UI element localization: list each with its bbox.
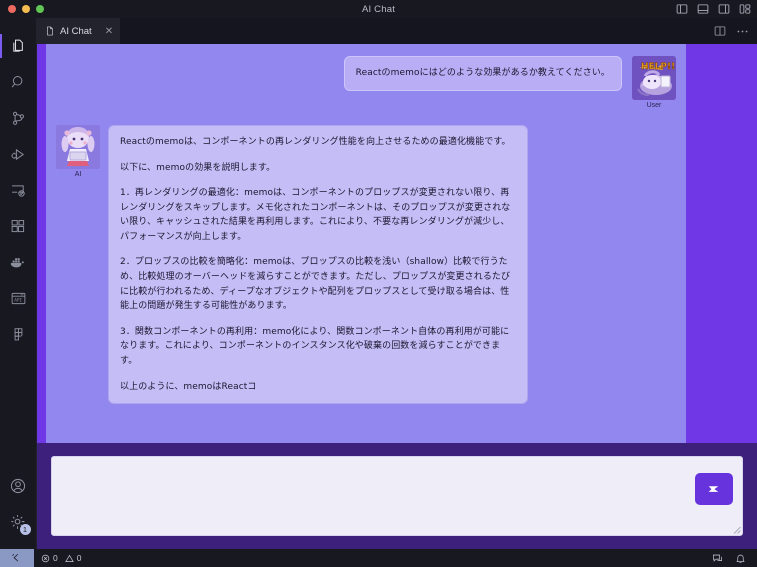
sidebar-item-explorer[interactable] xyxy=(0,28,37,64)
ai-paragraph-5: 3．関数コンポーネントの再利用：memo化により、関数コンポーネント自体の再利用… xyxy=(120,326,510,366)
chat-right-band xyxy=(686,44,742,443)
warning-count: 0 xyxy=(76,553,82,563)
status-bar-right xyxy=(712,553,757,564)
tab-ai-chat[interactable]: AI Chat ✕ xyxy=(37,18,122,44)
accounts-icon[interactable] xyxy=(0,468,37,504)
feedback-icon[interactable] xyxy=(712,553,723,564)
ai-message-bubble: Reactのmemoは、コンポーネントの再レンダリング性能を向上させるための最適… xyxy=(108,125,528,405)
toggle-secondary-sidebar-icon[interactable] xyxy=(718,3,730,15)
svg-text:API: API xyxy=(14,297,22,303)
error-icon xyxy=(41,554,50,563)
ai-paragraph-2: 以下に、memoの効果を説明します。 xyxy=(120,162,276,173)
close-window-button[interactable] xyxy=(8,5,16,13)
zoom-window-button[interactable] xyxy=(36,5,44,13)
ai-avatar-wrap: AI xyxy=(52,125,104,178)
sidebar-item-extensions[interactable] xyxy=(0,208,37,244)
chat-message-ai: AI Reactのmemoは、コンポーネントの再レンダリング性能を向上させるため… xyxy=(46,125,686,405)
send-button[interactable] xyxy=(695,473,733,505)
tab-label: AI Chat xyxy=(60,25,92,37)
vscode-window: AI Chat API 1 AI Chat ✕ Reactのmemoにはどのよう… xyxy=(0,0,757,567)
more-actions-icon[interactable] xyxy=(736,25,749,38)
user-avatar-label: User xyxy=(646,102,662,109)
settings-badge: 1 xyxy=(19,524,31,535)
remote-indicator[interactable] xyxy=(0,549,34,567)
composer-box xyxy=(51,456,743,536)
traffic-lights xyxy=(0,5,44,13)
user-message-text: Reactのmemoにはどのような効果があるか教えてください。 xyxy=(355,68,610,78)
layout-controls xyxy=(676,0,751,18)
error-count: 0 xyxy=(53,553,58,563)
sidebar-item-remote-explorer[interactable] xyxy=(0,172,37,208)
user-message-bubble: Reactのmemoにはどのような効果があるか教えてください。 xyxy=(343,56,622,91)
sidebar-item-source-control[interactable] xyxy=(0,100,37,136)
warning-icon xyxy=(64,554,74,563)
problems-status[interactable]: 0 0 xyxy=(34,553,88,563)
toggle-panel-icon[interactable] xyxy=(697,3,709,15)
notifications-bell-icon[interactable] xyxy=(735,553,746,564)
ai-paragraph-4: 2．プロップスの比較を簡略化：memoは、プロップスの比較を浅い（shallow… xyxy=(120,257,511,312)
chat-left-band xyxy=(37,44,46,443)
resize-handle[interactable] xyxy=(732,525,741,534)
close-icon[interactable]: ✕ xyxy=(105,26,113,37)
sidebar-item-search[interactable] xyxy=(0,64,37,100)
chat-scroll-area[interactable]: Reactのmemoにはどのような効果があるか教えてください。 HELP!! U… xyxy=(37,44,742,443)
ai-paragraph-3: 1．再レンダリングの最適化：memoは、コンポーネントのプロップスが変更されない… xyxy=(120,188,511,242)
chat-composer xyxy=(37,443,757,549)
customize-layout-icon[interactable] xyxy=(739,3,751,15)
ai-paragraph-1: Reactのmemoは、コンポーネントの再レンダリング性能を向上させるための最適… xyxy=(120,137,511,147)
split-editor-icon[interactable] xyxy=(714,25,726,37)
user-avatar-wrap: HELP!! User xyxy=(628,56,680,109)
sidebar-item-figma[interactable] xyxy=(0,316,37,352)
window-title: AI Chat xyxy=(361,3,396,15)
ai-chat-webview: Reactのmemoにはどのような効果があるか教えてください。 HELP!! U… xyxy=(37,44,757,549)
ai-avatar xyxy=(56,125,100,169)
ai-avatar-label: AI xyxy=(74,171,82,178)
settings-gear-icon[interactable]: 1 xyxy=(0,504,37,540)
paper-plane-icon xyxy=(706,481,723,498)
toggle-primary-sidebar-icon[interactable] xyxy=(676,3,688,15)
file-icon xyxy=(45,26,55,36)
title-bar: AI Chat xyxy=(0,0,757,18)
chat-message-user: Reactのmemoにはどのような効果があるか教えてください。 HELP!! U… xyxy=(46,56,686,109)
status-bar: 0 0 xyxy=(0,549,757,567)
minimize-window-button[interactable] xyxy=(22,5,30,13)
user-avatar: HELP!! xyxy=(632,56,676,100)
chat-input[interactable] xyxy=(52,457,742,535)
activity-bar: API 1 xyxy=(0,18,37,549)
editor-tab-bar: AI Chat ✕ xyxy=(37,18,757,44)
sidebar-item-docker[interactable] xyxy=(0,244,37,280)
sidebar-item-api[interactable]: API xyxy=(0,280,37,316)
ai-paragraph-6: 以上のように、memoはReactコ xyxy=(120,381,257,392)
svg-text:HELP!!: HELP!! xyxy=(641,62,675,72)
chat-messages: Reactのmemoにはどのような効果があるか教えてください。 HELP!! U… xyxy=(46,44,686,443)
sidebar-item-run-and-debug[interactable] xyxy=(0,136,37,172)
editor-actions xyxy=(714,25,757,38)
